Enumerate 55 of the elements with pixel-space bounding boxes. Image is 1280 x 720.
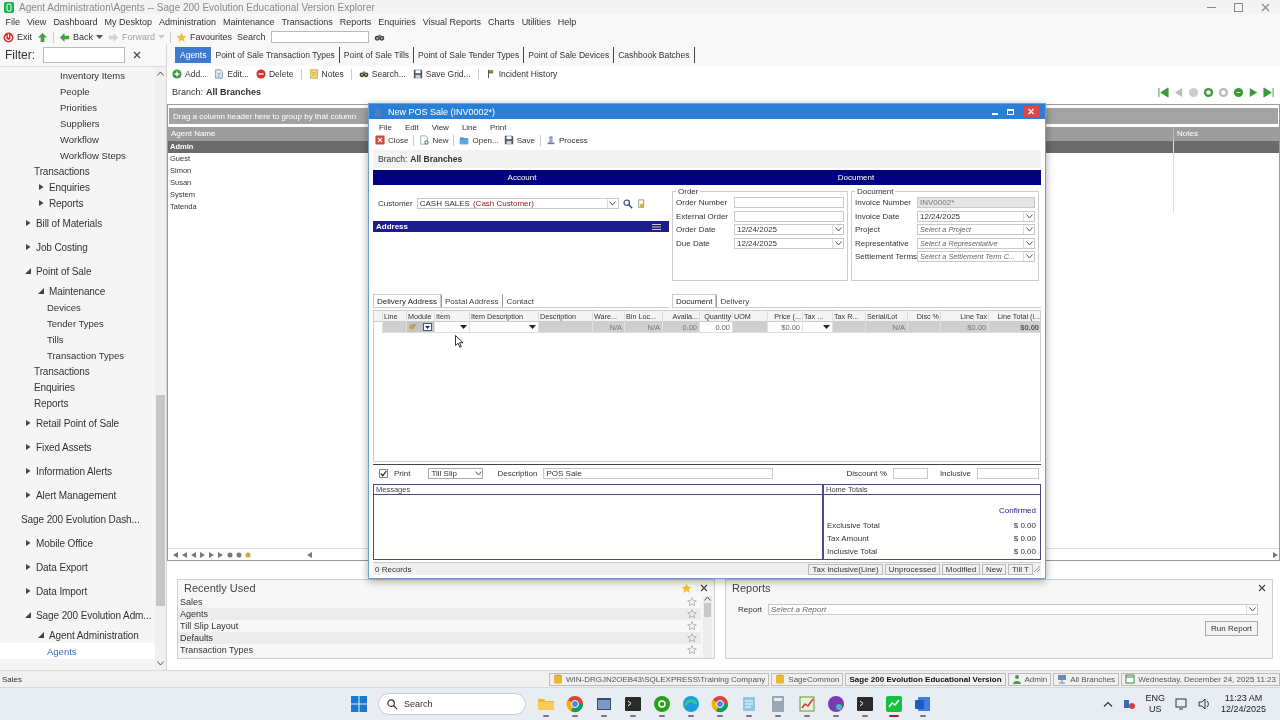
field-label: External Order [676, 211, 730, 221]
section-header: Document [836, 172, 876, 184]
filter-label: Filter: [5, 48, 35, 62]
group-title: Order [677, 187, 700, 196]
discount-label: Discount % [846, 469, 887, 478]
group-title: Document [856, 187, 895, 196]
field-label: Order Number [676, 198, 729, 208]
status-cell: Tax Inclusive(Line) [808, 563, 883, 575]
status-cell: Till T [1008, 563, 1033, 575]
address-title: Address [376, 222, 408, 231]
field-label: Project [855, 225, 881, 235]
dialog-title: New POS Sale (INV0002*) [388, 106, 496, 117]
search-label: Search [237, 32, 266, 42]
window-title: Agent Administration\Agents -- Sage 200 Evolution Educational Version Explorer [19, 1, 375, 13]
status-cell: SageCommon [771, 672, 844, 686]
status-text: Sales [1, 674, 23, 684]
field-label: Invoice Date [855, 211, 901, 221]
region-text: US [1148, 704, 1162, 715]
branch-value: All Branches [206, 87, 262, 97]
field-label: Due Date [676, 238, 711, 248]
clock-time: 11:23 AM [1224, 693, 1263, 704]
section-header: Account [506, 172, 538, 184]
branch-value: All Branches [410, 154, 463, 164]
records-count: 0 Records [374, 564, 412, 574]
status-cell: Wednesday, December 24, 2025 11:23 [1121, 672, 1280, 686]
status-cell: Sage 200 Evolution Educational Version [845, 672, 1006, 686]
field-label: Representative [855, 238, 910, 248]
total-value: $ 0.00 [1013, 534, 1036, 543]
total-value: $ 0.00 [1013, 521, 1036, 530]
status-cell: Admin [1007, 672, 1052, 686]
status-label: Confirmed [998, 505, 1037, 517]
total-label: Exclusive Total [827, 521, 880, 530]
branch-label: Branch: [172, 87, 204, 97]
customer-label: Customer [378, 199, 413, 208]
panel-title: Recently Used [184, 582, 256, 594]
group-hint: Drag a column header here to group by that column [173, 111, 357, 121]
language-text: ENG [1145, 693, 1165, 704]
description-label: Description [497, 469, 538, 478]
field-label: Invoice Number [855, 198, 913, 208]
total-label: Inclusive Total [827, 547, 878, 556]
print-label: Print [394, 469, 411, 478]
status-cell: WIN-DRGJN2OEB43\SQLEXPRESS\Training Company [549, 672, 770, 686]
field-label: Settlement Terms [855, 252, 917, 262]
branch-label: Branch: [378, 154, 408, 164]
total-value: $ 0.00 [1013, 547, 1036, 556]
inclusive-label: Inclusive [939, 469, 971, 478]
field-label: Order Date [676, 225, 717, 235]
status-cell: Modified [941, 563, 981, 575]
total-label: Tax Amount [827, 534, 869, 543]
status-cell: Unprocessed [884, 563, 940, 575]
clock-date: 12/24/2025 [1220, 704, 1266, 715]
panel-title: Reports [732, 582, 771, 594]
status-cell: New [982, 563, 1007, 575]
report-label: Report [738, 605, 762, 614]
status-cell: All Branches [1053, 672, 1120, 686]
